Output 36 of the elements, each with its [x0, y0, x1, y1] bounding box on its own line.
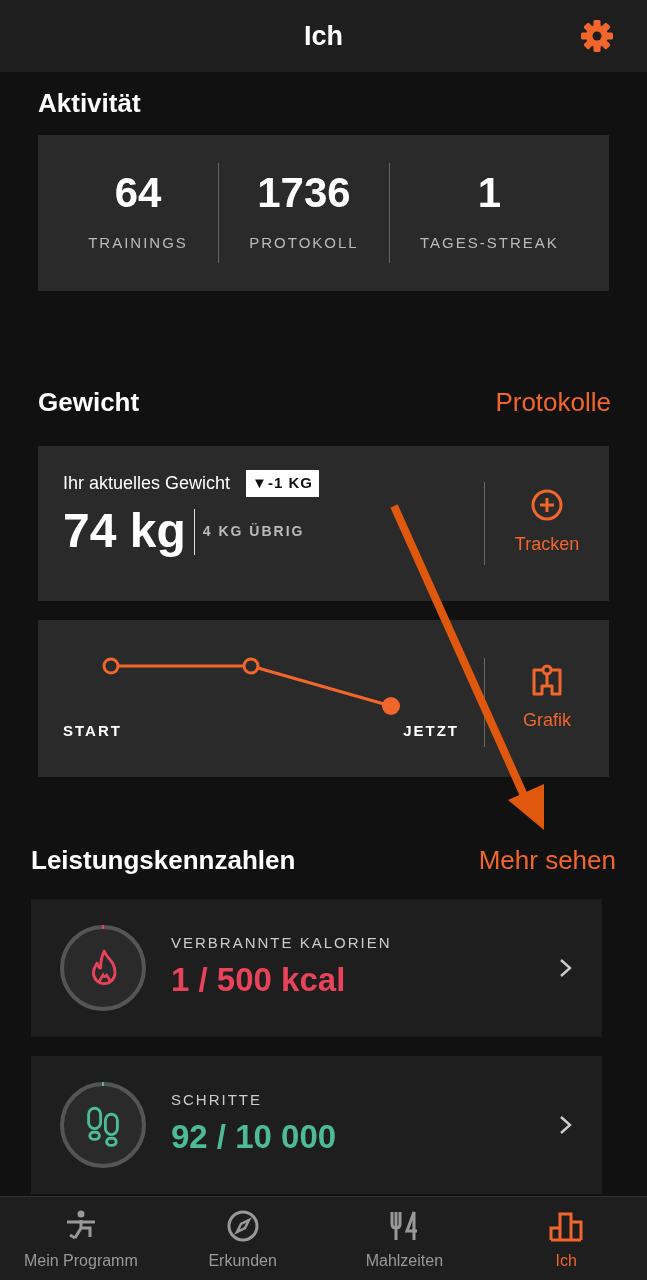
stat-label: TRAININGS — [88, 232, 188, 253]
add-icon — [531, 489, 563, 522]
weight-value: 74 kg — [63, 505, 186, 558]
section-title: Gewicht — [38, 387, 140, 419]
section-title: Leistungskennzahlen — [31, 845, 296, 877]
metric-card[interactable]: VERBRANNTE KALORIEN 1 / 500 kcal — [31, 899, 602, 1038]
metric-value: 1 / 500 kcal — [171, 959, 347, 1000]
metric-card[interactable]: SCHRITTE 92 / 10 000 — [31, 1056, 602, 1195]
page-title: Ich — [304, 19, 343, 53]
metric-label: VERBRANNTE KALORIEN — [171, 933, 393, 954]
start-label: START — [63, 721, 122, 742]
end-label: JETZT — [403, 721, 459, 742]
stat-label: TAGES-STREAK — [420, 232, 559, 253]
clipboard-icon — [531, 663, 563, 697]
chart-button[interactable]: Grafik — [485, 620, 609, 778]
track-button[interactable]: Tracken — [485, 470, 609, 578]
compass-icon — [225, 1209, 260, 1243]
chevron-icon — [558, 958, 572, 979]
protocols-link[interactable]: Protokolle — [495, 383, 611, 423]
chevron-icon — [558, 1115, 572, 1136]
section-title: Aktivität — [38, 88, 142, 120]
remaining-text: 4 KG ÜBRIG — [202, 522, 305, 542]
metric-label: SCHRITTE — [171, 1090, 263, 1111]
settings-button[interactable] — [579, 18, 615, 54]
change-badge: ▼-1 KG — [246, 470, 319, 497]
tab-item[interactable]: Mahlzeiten — [323, 1197, 486, 1280]
metric-value: 92 / 10 000 — [171, 1116, 338, 1157]
tab-item[interactable]: Erkunden — [161, 1197, 324, 1280]
tab-item[interactable]: Mein Programm — [0, 1197, 162, 1280]
see-more-link[interactable]: Mehr sehen — [478, 841, 616, 881]
stat-value: 1736 — [257, 171, 351, 214]
stat-label: PROTOKOLL — [249, 232, 359, 253]
stat-value: 64 — [114, 171, 162, 214]
weight-label: Ihr aktuelles Gewicht — [63, 472, 231, 496]
tab-item[interactable]: Ich — [485, 1197, 647, 1280]
stat-value: 1 — [477, 171, 502, 214]
